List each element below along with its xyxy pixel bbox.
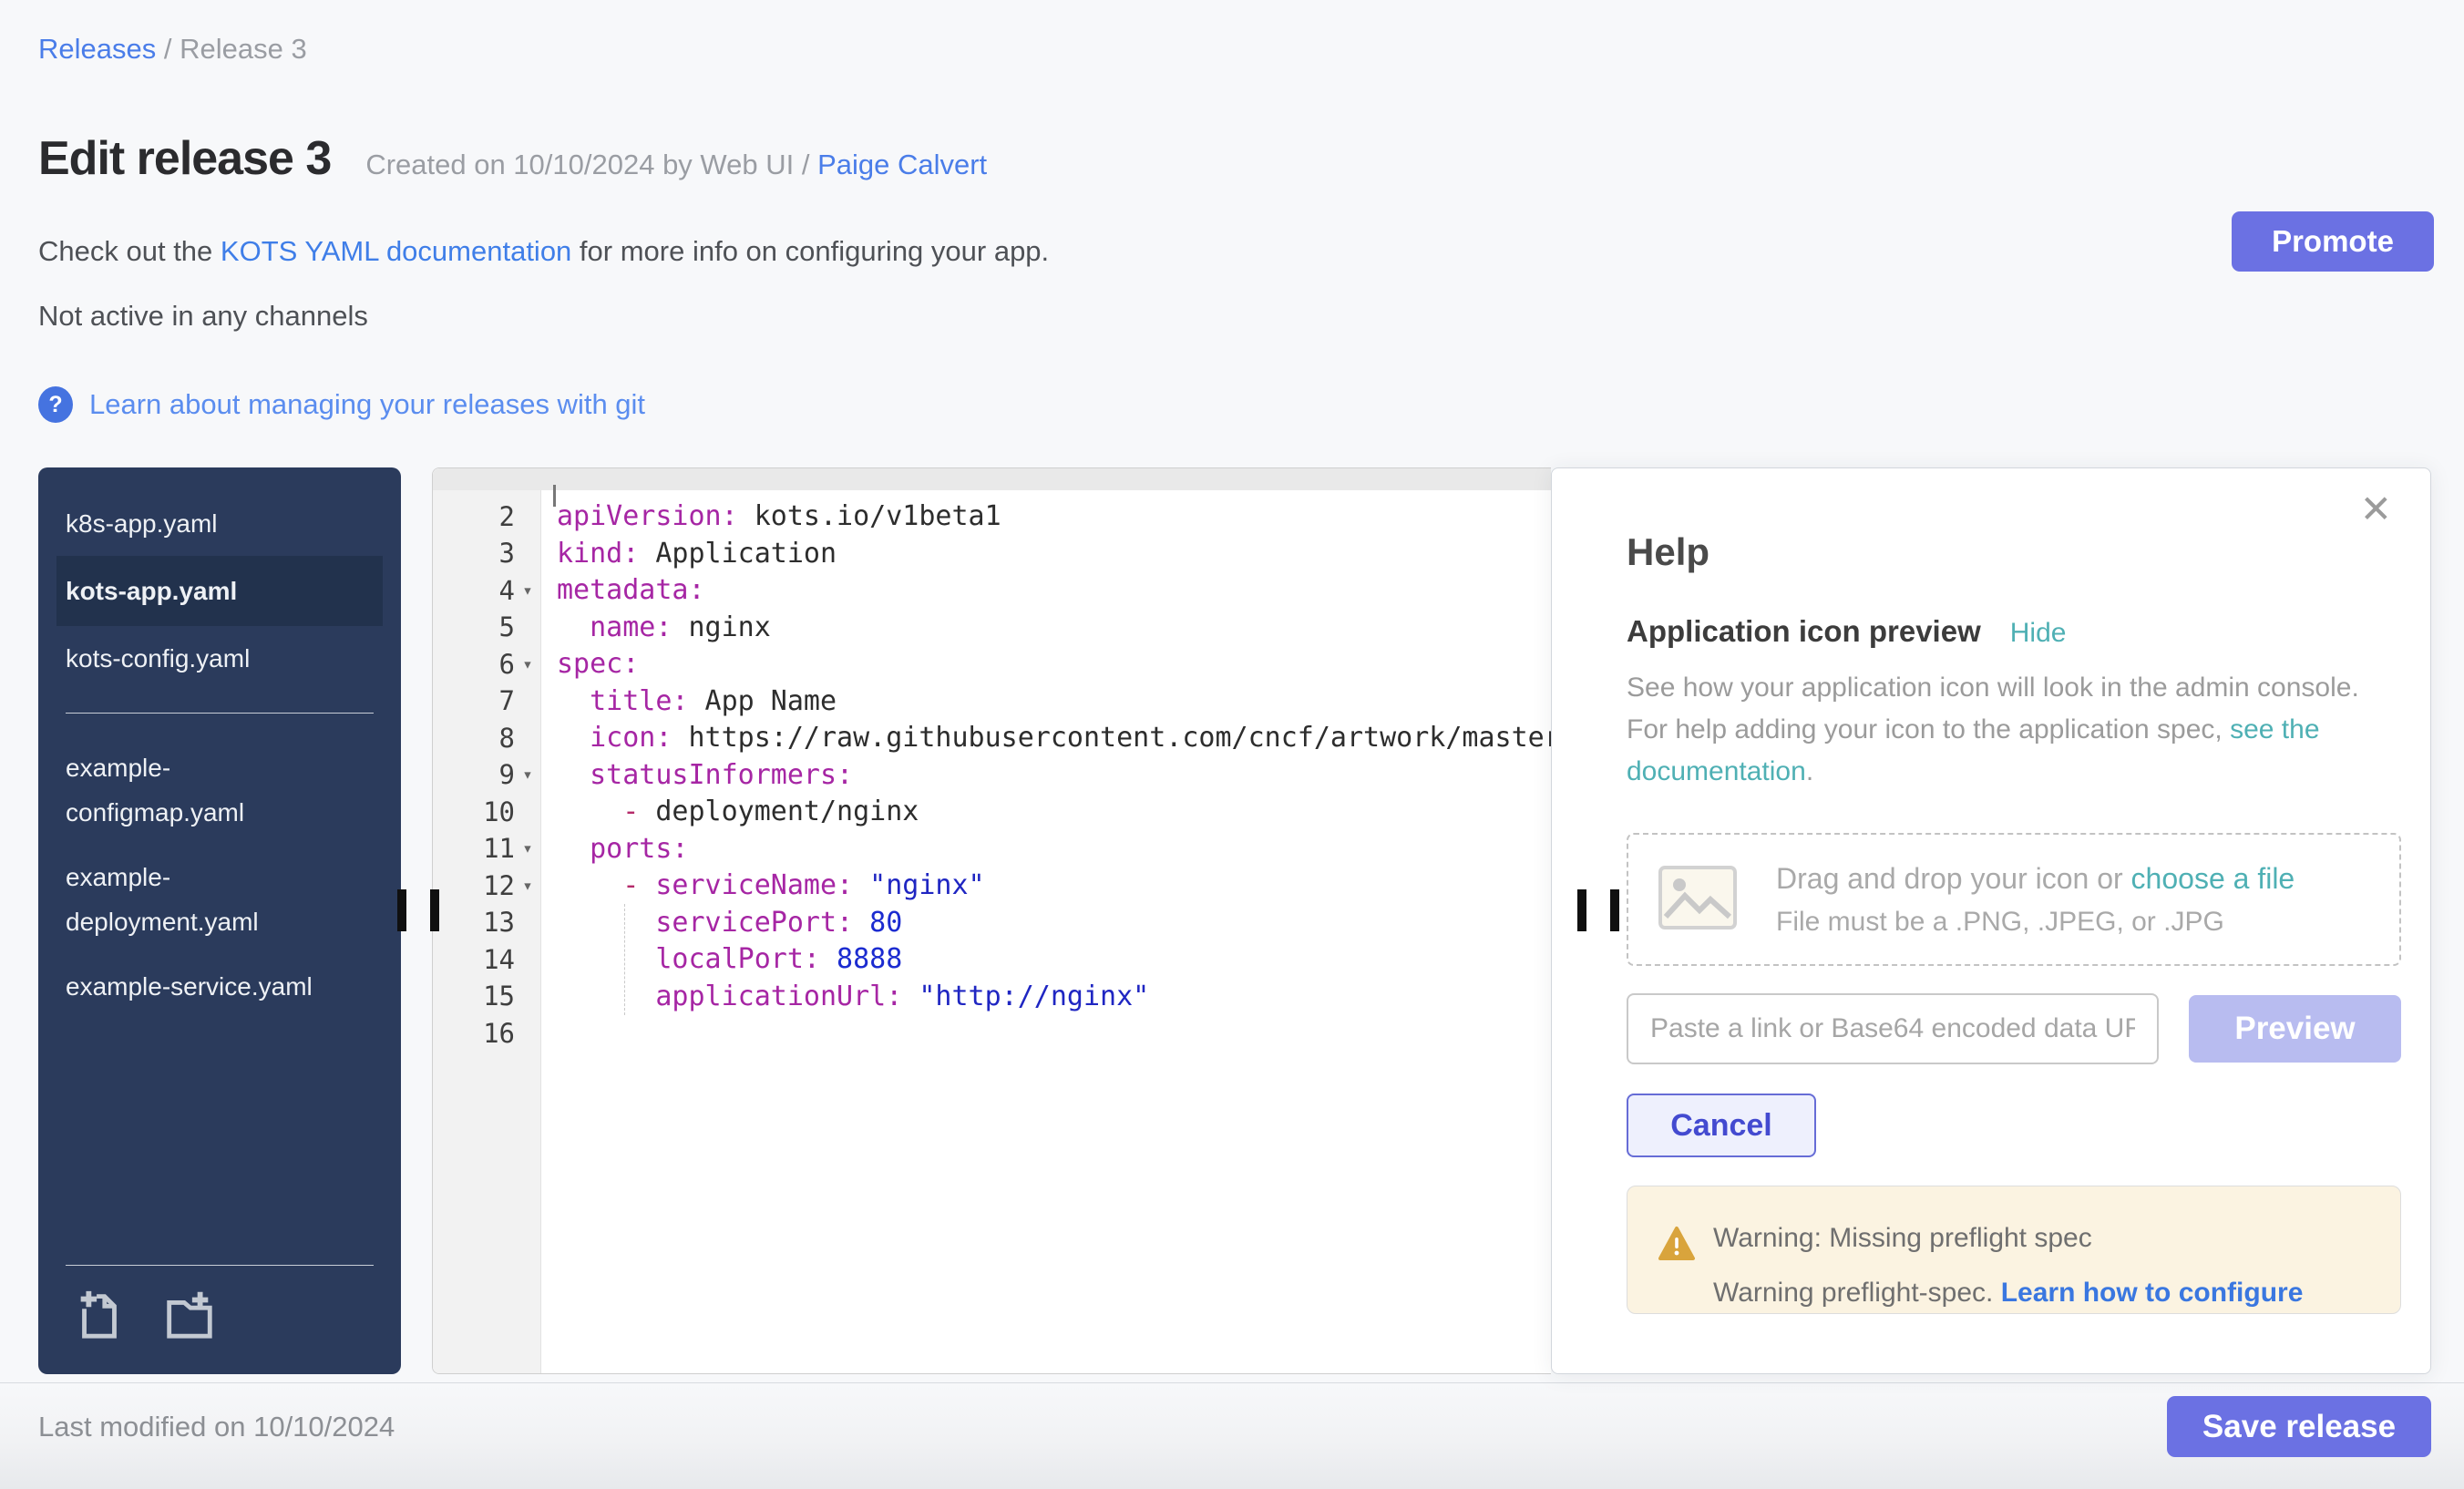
line-number: 9▾	[433, 759, 540, 790]
code-line[interactable]: 11▾ ports:	[433, 830, 1551, 868]
line-number: 5▾	[433, 611, 540, 642]
last-modified-text: Last modified on 10/10/2024	[38, 1411, 395, 1443]
author-link[interactable]: Paige Calvert	[817, 149, 987, 180]
icon-url-input[interactable]	[1627, 993, 2159, 1064]
code-line[interactable]: 9▾ statusInformers:	[433, 756, 1551, 794]
line-number: 6▾	[433, 649, 540, 680]
code-line[interactable]: 12▾ - serviceName: "nginx"	[433, 868, 1551, 905]
docs-line: Check out the KOTS YAML documentation fo…	[38, 235, 1049, 268]
text-cursor	[553, 485, 556, 507]
file-tree: k8s-app.yamlkots-app.yamlkots-config.yam…	[38, 467, 401, 1374]
close-icon[interactable]: ✕	[2360, 490, 2392, 529]
line-number: 11▾	[433, 833, 540, 864]
file-tree-actions	[66, 1265, 374, 1374]
created-text: Created on 10/10/2024 by Web UI /	[365, 149, 809, 180]
help-panel: ✕ Help Application icon preview Hide See…	[1551, 467, 2431, 1374]
choose-file-link[interactable]: choose a file	[2131, 862, 2295, 895]
breadcrumb-separator: /	[164, 33, 180, 65]
line-number: 14▾	[433, 944, 540, 975]
preview-button[interactable]: Preview	[2189, 995, 2401, 1063]
file-tree-item[interactable]: example-deployment.yaml	[38, 845, 401, 954]
icon-preview-title: Application icon preview	[1627, 614, 1981, 649]
warning-banner: Warning: Missing preflight spec Warning …	[1627, 1186, 2401, 1314]
code-line[interactable]: 4▾metadata:	[433, 572, 1551, 610]
warning-title: Warning: Missing preflight spec	[1713, 1223, 2400, 1254]
code-area[interactable]: 1▾---2▾apiVersion: kots.io/v1beta13▾kind…	[433, 467, 1551, 1052]
line-number: 4▾	[433, 575, 540, 606]
file-tree-items: k8s-app.yamlkots-app.yamlkots-config.yam…	[38, 491, 401, 1019]
docs-prefix: Check out the	[38, 235, 221, 267]
code-line[interactable]: 14▾ localPort: 8888	[433, 941, 1551, 979]
fold-arrow-icon[interactable]: ▾	[515, 838, 540, 858]
line-number: 15▾	[433, 981, 540, 1011]
hide-link[interactable]: Hide	[2010, 618, 2067, 649]
line-number: 12▾	[433, 870, 540, 901]
icon-dropzone[interactable]: Drag and drop your icon or choose a file…	[1627, 833, 2401, 966]
code-line[interactable]: 5▾ name: nginx	[433, 609, 1551, 646]
file-tree-item[interactable]: kots-config.yaml	[38, 626, 401, 691]
created-info: Created on 10/10/2024 by Web UI / Paige …	[365, 149, 987, 181]
line-number: 10▾	[433, 796, 540, 827]
footer-bar: Last modified on 10/10/2024 Save release	[0, 1382, 2464, 1489]
line-number: 8▾	[433, 723, 540, 754]
cancel-button[interactable]: Cancel	[1627, 1094, 1816, 1157]
warning-triangle-icon	[1658, 1226, 1696, 1267]
code-line[interactable]: 16▾	[433, 1015, 1551, 1053]
channel-status: Not active in any channels	[38, 300, 368, 333]
line-number: 7▾	[433, 685, 540, 716]
line-number: 3▾	[433, 538, 540, 569]
fold-arrow-icon[interactable]: ▾	[515, 580, 540, 601]
breadcrumb: Releases / Release 3	[38, 33, 307, 66]
new-file-icon[interactable]	[71, 1286, 128, 1347]
kots-yaml-docs-link[interactable]: KOTS YAML documentation	[221, 235, 571, 267]
help-title: Help	[1627, 530, 1709, 574]
breadcrumb-current: Release 3	[180, 33, 307, 65]
dropzone-text: Drag and drop your icon or choose a file	[1776, 862, 2295, 896]
code-line[interactable]: 8▾ icon: https://raw.githubusercontent.c…	[433, 720, 1551, 757]
file-tree-item[interactable]: kots-app.yaml	[56, 556, 383, 626]
editor-resize-handle[interactable]	[1577, 889, 1619, 931]
promote-button[interactable]: Promote	[2232, 211, 2434, 272]
code-line[interactable]: 10▾ - deployment/nginx	[433, 794, 1551, 831]
indent-guide	[624, 904, 625, 1015]
yaml-editor[interactable]: 1▾---2▾apiVersion: kots.io/v1beta13▾kind…	[432, 467, 1551, 1374]
page-title: Edit release 3	[38, 133, 331, 185]
fold-arrow-icon[interactable]: ▾	[515, 765, 540, 785]
file-tree-item[interactable]: k8s-app.yaml	[38, 491, 401, 556]
description-suffix: .	[1806, 756, 1813, 786]
code-line[interactable]: 2▾apiVersion: kots.io/v1beta1	[433, 498, 1551, 536]
editor-top-strip	[433, 468, 1551, 490]
question-mark-icon: ?	[38, 386, 73, 423]
line-number: 2▾	[433, 501, 540, 532]
file-tree-item[interactable]: example-service.yaml	[38, 954, 401, 1019]
file-tree-divider	[66, 713, 374, 714]
new-folder-icon[interactable]	[159, 1286, 219, 1347]
sidebar-resize-handle[interactable]	[397, 889, 439, 931]
code-line[interactable]: 3▾kind: Application	[433, 535, 1551, 572]
code-line[interactable]: 15▾ applicationUrl: "http://nginx"	[433, 978, 1551, 1015]
line-number: 16▾	[433, 1018, 540, 1049]
git-help-link[interactable]: Learn about managing your releases with …	[89, 388, 645, 421]
warning-detail: Warning preflight-spec. Learn how to con…	[1713, 1278, 2400, 1309]
image-placeholder-icon	[1658, 865, 1738, 935]
docs-suffix: for more info on configuring your app.	[571, 235, 1049, 267]
icon-preview-description: See how your application icon will look …	[1627, 667, 2381, 793]
breadcrumb-releases-link[interactable]: Releases	[38, 33, 156, 65]
code-line[interactable]: 6▾spec:	[433, 646, 1551, 683]
code-line[interactable]: 7▾ title: App Name	[433, 683, 1551, 720]
learn-configure-link[interactable]: Learn how to configure	[2001, 1278, 2304, 1308]
fold-arrow-icon[interactable]: ▾	[515, 654, 540, 674]
code-line[interactable]: 13▾ servicePort: 80	[433, 904, 1551, 941]
save-release-button[interactable]: Save release	[2167, 1396, 2431, 1457]
file-tree-item[interactable]: example-configmap.yaml	[38, 735, 401, 845]
git-help-row: ? Learn about managing your releases wit…	[38, 386, 645, 423]
fold-arrow-icon[interactable]: ▾	[515, 876, 540, 896]
line-number: 13▾	[433, 907, 540, 938]
file-type-rule: File must be a .PNG, .JPEG, or .JPG	[1776, 907, 2295, 938]
